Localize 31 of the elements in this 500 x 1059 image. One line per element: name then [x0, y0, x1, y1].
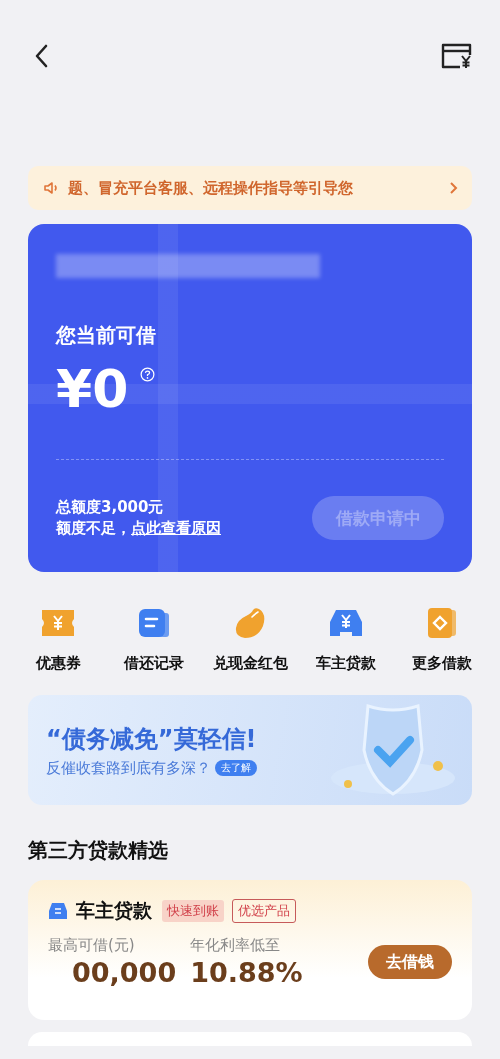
rate-label: 年化利率低至	[190, 936, 282, 955]
shortcut-item[interactable]: 借还记录	[110, 606, 198, 673]
borrow-button[interactable]: 去借钱	[368, 945, 452, 979]
product-name: 车主贷款	[76, 898, 152, 923]
chevron-right-icon	[449, 181, 458, 195]
shortcut-item[interactable]: 兑现金红包	[206, 606, 294, 673]
reason-link[interactable]: 点此查看原因	[131, 519, 221, 538]
bill-icon[interactable]	[440, 41, 474, 71]
notice-text: 题、冒充平台客服、远程操作指导等引导您	[68, 178, 354, 198]
loan-badge-icon	[48, 901, 68, 921]
promo-banner[interactable]: “债务减免”莫轻信! 反催收套路到底有多深？ 去了解	[28, 695, 472, 805]
shortcut-item[interactable]: 更多借款	[398, 606, 486, 673]
shortcut-item[interactable]: 优惠券	[14, 606, 102, 673]
speaker-icon	[44, 181, 60, 195]
limit-value: 00,000	[71, 957, 177, 988]
rate-value: 10.88%	[190, 957, 303, 988]
banner-headline: “债务减免”莫轻信!	[46, 723, 257, 755]
notice-bar[interactable]: 题、冒充平台客服、远程操作指导等引导您	[28, 166, 472, 210]
help-icon[interactable]	[140, 367, 156, 382]
product-tag: 快速到账	[162, 900, 224, 922]
section-title: 第三方贷款精选	[28, 837, 169, 864]
product-tag: 优选产品	[232, 899, 296, 923]
available-amount: ¥0	[56, 361, 129, 417]
banner-subline: 反催收套路到底有多深？	[46, 758, 211, 778]
back-icon[interactable]	[34, 44, 48, 68]
limit-label: 最高可借(元)	[48, 936, 136, 955]
limit-hint-text: 额度不足，	[56, 519, 131, 538]
total-limit-text: 总额度3,000元	[56, 498, 165, 517]
learn-more-link[interactable]: 去了解	[215, 760, 257, 776]
available-label: 您当前可借	[56, 322, 157, 349]
shortcut-item[interactable]: 车主贷款	[302, 606, 390, 673]
